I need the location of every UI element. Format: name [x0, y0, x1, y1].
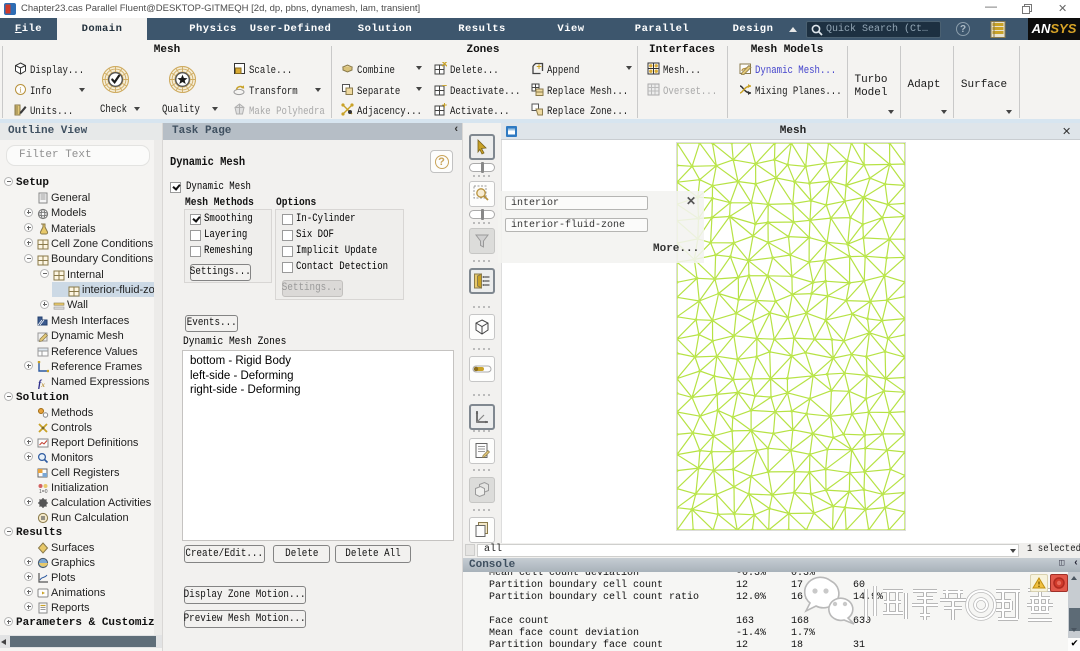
svg-text:1=0: 1=0	[39, 489, 48, 494]
svg-text:✕: ✕	[441, 62, 447, 69]
svg-text:+: +	[536, 62, 541, 72]
svg-text:+: +	[442, 103, 447, 110]
svg-text:fx: fx	[38, 379, 45, 389]
svg-text:–: –	[442, 83, 447, 90]
